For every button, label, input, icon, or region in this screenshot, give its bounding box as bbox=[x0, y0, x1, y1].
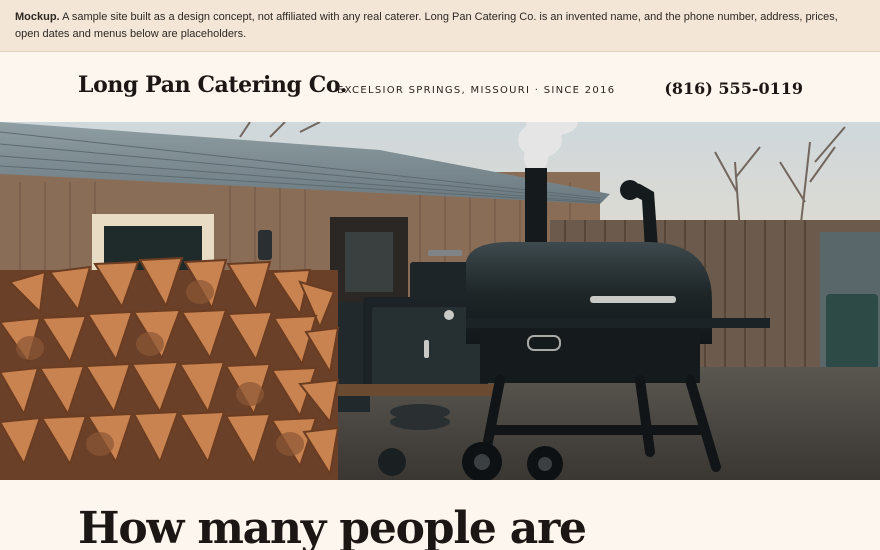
mockup-notice-banner: Mockup. A sample site built as a design … bbox=[0, 0, 880, 52]
phone-link[interactable]: (816) 555-0119 bbox=[664, 79, 803, 98]
location-tagline: EXCELSIOR SPRINGS, MISSOURI · SINCE 2016 bbox=[337, 85, 616, 96]
site-header: Long Pan Catering Co. EXCELSIOR SPRINGS,… bbox=[0, 52, 880, 122]
brand-logo-text[interactable]: Long Pan Catering Co. bbox=[78, 72, 347, 98]
hero-image bbox=[0, 122, 880, 480]
page-headline: How many people are bbox=[78, 503, 587, 550]
notice-label: Mockup. bbox=[15, 11, 60, 23]
firewood-stack bbox=[0, 256, 340, 480]
notice-text: A sample site built as a design concept,… bbox=[15, 11, 838, 40]
hero-photo-illustration bbox=[0, 122, 880, 480]
